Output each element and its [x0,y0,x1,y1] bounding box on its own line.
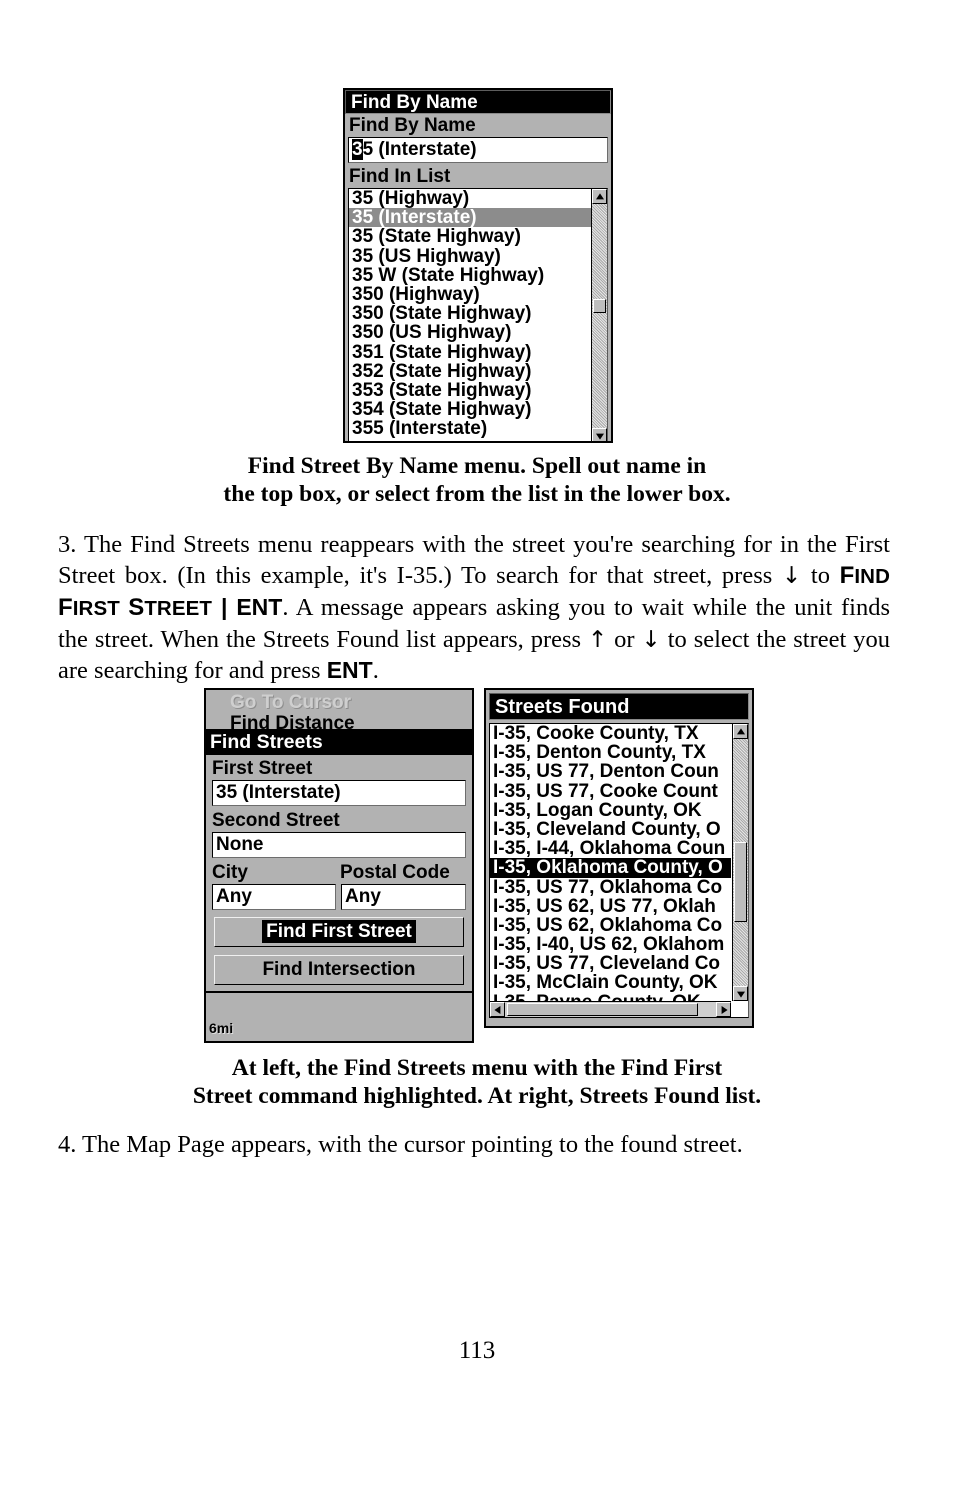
up-arrow-glyph: ↑ [587,626,608,653]
list-item[interactable]: I-35, Cooke County, TX [490,724,731,743]
find-intersection-button-label: Find Intersection [262,959,416,980]
text-cursor: 3 [352,139,363,160]
scroll-left-arrow-icon[interactable] [490,1002,505,1017]
streets-found-list-rows: I-35, Cooke County, TX I-35, Denton Count… [490,724,731,1001]
document-page: Find By Name Find By Name 35 (Interstate… [58,0,896,1487]
list-item[interactable]: I-35, US 77, Denton Coun [490,762,731,781]
list-item[interactable]: I-35, US 77, Oklahoma Co [490,878,731,897]
find-in-list-box[interactable]: 35 (Highway) 35 (Interstate) 35 (State Hig… [348,188,608,441]
scroll-down-arrow-icon[interactable] [592,428,607,441]
list-item[interactable]: I-35, Logan County, OK [490,801,731,820]
find-first-street-button-label: Find First Street [262,920,416,943]
streets-found-screen: Streets Found I-35, Cooke County, TX I-35… [484,688,754,1028]
paragraph-3-part2: to [801,561,840,589]
list-item[interactable]: 351 (State Highway) [349,343,591,362]
list-item[interactable]: I-35, Cleveland County, O [490,820,731,839]
city-input[interactable]: Any [212,884,336,910]
list-item[interactable]: 35 (State Highway) [349,227,591,246]
find-intersection-button[interactable]: Find Intersection [214,955,464,985]
find-by-name-input[interactable]: 35 (Interstate) [348,137,608,163]
figure1-caption-line1: Find Street By Name menu. Spell out name… [247,453,707,479]
down-arrow-glyph: ↓ [781,562,802,589]
streets-found-hscrollbar[interactable] [490,1001,731,1017]
scroll-up-arrow-icon[interactable] [733,724,748,739]
list-item[interactable]: I-35, I-40, US 62, Oklahom [490,935,731,954]
find-in-list-label: Find In List [345,165,611,188]
scroll-down-arrow-icon[interactable] [733,986,748,1001]
ent-key-label-1: ENT [236,594,283,620]
streets-found-titlebar: Streets Found [489,693,749,720]
list-item[interactable]: I-35, US 77, Cooke Count [490,782,731,801]
list-item[interactable]: 354 (State Highway) [349,400,591,419]
streets-found-list-box[interactable]: I-35, Cooke County, TX I-35, Denton Count… [489,723,749,1018]
list-item[interactable]: 35 (Highway) [349,189,591,208]
first-street-input[interactable]: 35 (Interstate) [212,780,466,806]
menu-item-find-streets[interactable]: Find Streets [206,729,472,755]
list-item[interactable]: 350 (Highway) [349,285,591,304]
second-street-input[interactable]: None [212,832,466,858]
figure1-caption-line2: the top box, or select from the list in … [223,481,731,507]
paragraph-3-part1: 3. The Find Streets menu reappears with … [58,531,890,589]
list-item[interactable]: 352 (State Highway) [349,362,591,381]
list-item[interactable]: I-35, I-44, Oklahoma Coun [490,839,731,858]
list-item[interactable]: I-35, US 62, US 77, Oklah [490,897,731,916]
list-item[interactable]: I-35, Denton County, TX [490,743,731,762]
list-item[interactable]: I-35, Payne County, OK [490,993,731,1001]
page-number: 113 [458,1337,496,1364]
streets-found-vscrollbar[interactable] [732,724,748,1001]
figure2-caption: At left, the Find Streets menu with the … [58,1054,896,1110]
find-by-name-titlebar: Find By Name [345,90,611,114]
hscrollbar-thumb[interactable] [507,1003,698,1016]
city-label: City [212,861,340,884]
scrollbar-thumb[interactable] [593,299,606,313]
pipe-divider: | [212,594,237,620]
find-by-name-input-value: 5 (Interstate) [362,139,477,160]
list-item[interactable]: 35 (US Highway) [349,247,591,266]
ent-key-label-2: ENT [326,657,373,683]
scrollbar-thumb[interactable] [734,842,747,922]
postal-code-label: Postal Code [340,861,466,884]
list-item[interactable]: 353 (State Highway) [349,381,591,400]
find-streets-menu-screen: Go To Cursor Find Distance Find Streets … [204,688,474,1043]
menu-item-go-to-cursor[interactable]: Go To Cursor [208,692,470,714]
scroll-up-arrow-icon[interactable] [592,189,607,204]
find-in-list-rows: 35 (Highway) 35 (Interstate) 35 (State Hig… [349,189,591,441]
city-postal-inputs-row: Any Any [212,884,466,910]
down-arrow-glyph-2: ↓ [641,626,661,653]
find-by-name-screen: Find By Name Find By Name 35 (Interstate… [343,88,613,443]
find-first-street-button[interactable]: Find First Street [214,917,464,947]
first-street-label: First Street [208,757,470,780]
find-in-list-scrollbar[interactable] [591,189,607,441]
list-item[interactable]: I-35, US 62, Oklahoma Co [490,916,731,935]
paragraph-3: 3. The Find Streets menu reappears with … [58,530,890,687]
map-scale-label: 6mi [209,1020,234,1036]
list-item[interactable]: I-35, US 77, Cleveland Co [490,954,731,973]
list-item[interactable]: I-35, McClain County, OK [490,973,731,992]
paragraph-3-part4: or [607,625,642,653]
list-item[interactable]: I-35, Oklahoma County, O [490,858,731,878]
city-postal-labels-row: City Postal Code [212,861,466,884]
scroll-right-arrow-icon[interactable] [716,1002,731,1017]
list-item[interactable]: 355 (Interstate) [349,419,591,438]
list-item[interactable]: 35 (Interstate) [349,208,591,228]
second-street-label: Second Street [208,809,470,832]
paragraph-4: 4. The Map Page appears, with the cursor… [58,1130,890,1161]
menu-item-find-distance[interactable]: Find Distance [208,714,470,729]
find-by-name-field-label: Find By Name [345,114,611,137]
list-item[interactable]: 35 W (State Highway) [349,266,591,285]
map-preview-area[interactable]: 6mi [206,991,472,1037]
paragraph-4-text: 4. The Map Page appears, with the cursor… [58,1131,743,1158]
list-item[interactable]: 350 (US Highway) [349,323,591,342]
list-item[interactable]: 350 (State Highway) [349,304,591,323]
figure2-caption-line1: At left, the Find Streets menu with the … [231,1055,723,1081]
figure1-caption: Find Street By Name menu. Spell out name… [58,452,896,508]
figure2-caption-line2: Street command highlighted. At right, St… [192,1083,762,1109]
paragraph-3-part6: . [372,657,379,684]
postal-code-input[interactable]: Any [341,884,466,910]
